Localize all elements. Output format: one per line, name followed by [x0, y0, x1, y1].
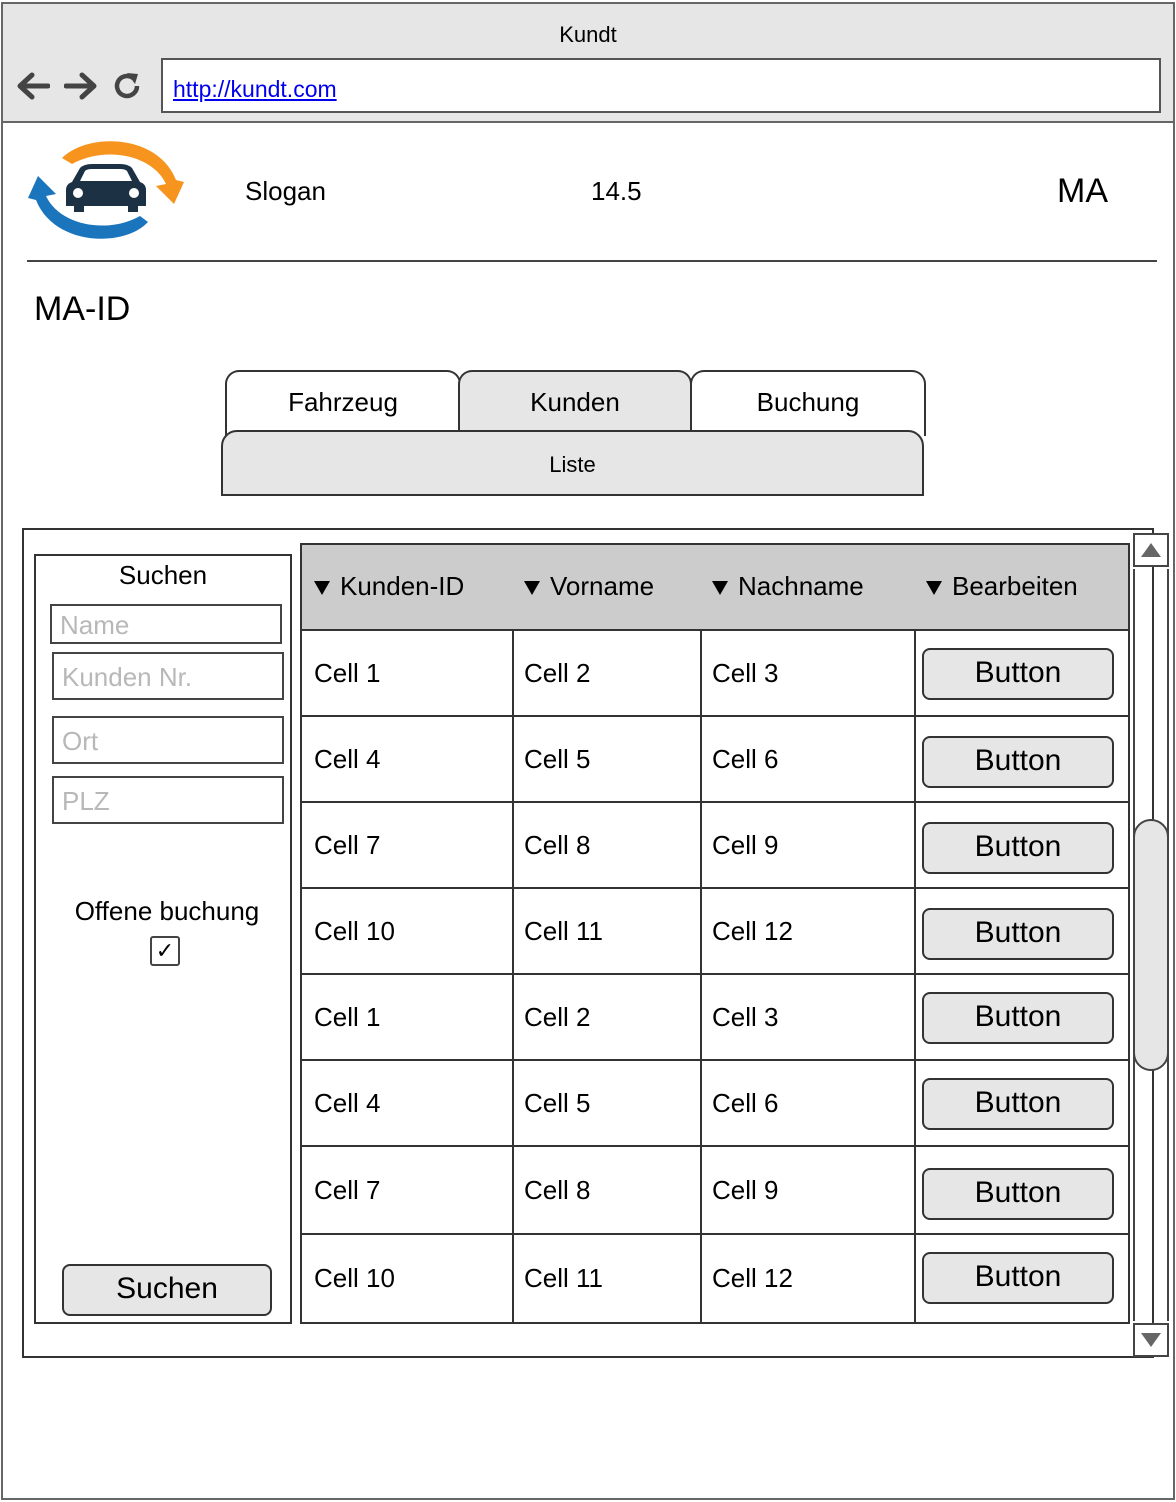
table-cell: Cell 3	[700, 975, 916, 1059]
table-cell: Cell 2	[512, 631, 702, 715]
back-button[interactable]	[13, 64, 53, 108]
edit-button[interactable]: Button	[922, 1078, 1114, 1130]
column-header-label: Nachname	[738, 571, 864, 601]
search-sidebar: Suchen Offene buchung ✓ Suchen	[34, 554, 292, 1324]
triangle-up-icon	[1141, 543, 1161, 557]
table-cell: Cell 8	[512, 803, 702, 887]
column-header-vorname[interactable]: Vorname	[512, 545, 702, 631]
column-header-bearbeiten[interactable]: Bearbeiten	[914, 545, 1128, 631]
edit-button[interactable]: Button	[922, 648, 1114, 700]
column-header-nachname[interactable]: Nachname	[700, 545, 916, 631]
table-cell: Cell 1	[302, 631, 514, 715]
city-input[interactable]	[52, 716, 284, 764]
window-title: Kundt	[559, 22, 617, 47]
table-cell: Button	[914, 975, 1128, 1059]
car-logo-icon	[28, 141, 184, 239]
user-label: MA	[1057, 172, 1108, 210]
table-row: Cell 1 Cell 2 Cell 3 Button	[302, 975, 1128, 1061]
vertical-scrollbar[interactable]	[1133, 531, 1170, 1357]
header-divider	[27, 260, 1157, 262]
search-title: Suchen	[118, 560, 208, 590]
company-logo	[28, 136, 184, 244]
search-button[interactable]: Suchen	[62, 1264, 272, 1316]
reload-button[interactable]	[107, 64, 147, 108]
version-text: 14.5	[591, 176, 642, 206]
table-cell: Button	[914, 889, 1128, 973]
table-cell: Cell 4	[302, 1061, 514, 1145]
table-cell: Cell 4	[302, 717, 514, 801]
table-cell: Cell 1	[302, 975, 514, 1059]
table-cell: Button	[914, 717, 1128, 801]
name-input[interactable]	[50, 604, 282, 644]
table-cell: Button	[914, 803, 1128, 887]
edit-button[interactable]: Button	[922, 1252, 1114, 1304]
sort-down-icon	[926, 581, 942, 596]
table-cell: Cell 10	[302, 889, 514, 973]
table-cell: Cell 6	[700, 717, 916, 801]
arrow-right-icon	[64, 72, 97, 100]
table-cell: Cell 5	[512, 717, 702, 801]
edit-button[interactable]: Button	[922, 908, 1114, 960]
slogan-text: Slogan	[245, 176, 326, 206]
table-row: Cell 7 Cell 8 Cell 9 Button	[302, 1147, 1128, 1235]
table-cell: Cell 9	[700, 803, 916, 887]
customer-number-input[interactable]	[52, 652, 284, 700]
subtab-liste[interactable]: Liste	[221, 430, 924, 496]
triangle-down-icon	[1141, 1333, 1161, 1347]
table-cell: Button	[914, 631, 1128, 715]
open-booking-label: Offene buchung	[74, 896, 260, 926]
table-cell: Cell 9	[700, 1147, 916, 1233]
edit-button[interactable]: Button	[922, 1168, 1114, 1220]
column-header-label: Vorname	[550, 571, 655, 601]
table-cell: Cell 7	[302, 1147, 514, 1233]
column-header-label: Kunden-ID	[340, 571, 465, 601]
customer-table: Kunden-ID Vorname Nachname Bearbeiten Ce…	[300, 543, 1130, 1324]
open-booking-checkbox[interactable]: ✓	[150, 936, 180, 966]
scroll-thumb[interactable]	[1133, 819, 1169, 1071]
forward-button[interactable]	[61, 64, 101, 108]
zip-input[interactable]	[52, 776, 284, 824]
table-cell: Cell 5	[512, 1061, 702, 1145]
check-icon: ✓	[155, 938, 175, 963]
scroll-down-button[interactable]	[1133, 1323, 1169, 1357]
scroll-up-button[interactable]	[1133, 533, 1169, 567]
reload-icon	[114, 73, 140, 99]
table-cell: Button	[914, 1147, 1128, 1233]
browser-chrome: Kundt http://kundt.com	[3, 4, 1173, 123]
table-cell: Button	[914, 1061, 1128, 1145]
url-link[interactable]: http://kundt.com	[173, 76, 337, 103]
address-bar[interactable]: http://kundt.com	[161, 58, 1161, 113]
table-cell: Cell 11	[512, 1235, 702, 1322]
table-row: Cell 10 Cell 11 Cell 12 Button	[302, 889, 1128, 975]
sort-down-icon	[314, 581, 330, 596]
edit-button[interactable]: Button	[922, 822, 1114, 874]
tab-fahrzeug[interactable]: Fahrzeug	[225, 370, 461, 436]
table-cell: Cell 11	[512, 889, 702, 973]
employee-id-label: MA-ID	[34, 290, 131, 328]
edit-button[interactable]: Button	[922, 992, 1114, 1044]
column-header-kunden-id[interactable]: Kunden-ID	[302, 545, 514, 631]
table-cell: Cell 2	[512, 975, 702, 1059]
sort-down-icon	[712, 581, 728, 596]
tab-kunden[interactable]: Kunden	[458, 370, 692, 436]
table-row: Cell 4 Cell 5 Cell 6 Button	[302, 1061, 1128, 1147]
tab-buchung[interactable]: Buchung	[690, 370, 926, 436]
table-row: Cell 10 Cell 11 Cell 12 Button	[302, 1235, 1128, 1322]
table-row: Cell 4 Cell 5 Cell 6 Button	[302, 717, 1128, 803]
table-cell: Cell 3	[700, 631, 916, 715]
edit-button[interactable]: Button	[922, 736, 1114, 788]
table-cell: Cell 6	[700, 1061, 916, 1145]
table-row: Cell 1 Cell 2 Cell 3 Button	[302, 631, 1128, 717]
table-cell: Cell 8	[512, 1147, 702, 1233]
table-cell: Cell 10	[302, 1235, 514, 1322]
arrow-left-icon	[17, 72, 50, 100]
column-header-label: Bearbeiten	[952, 571, 1078, 601]
table-row: Cell 7 Cell 8 Cell 9 Button	[302, 803, 1128, 889]
table-cell: Button	[914, 1235, 1128, 1322]
table-cell: Cell 12	[700, 1235, 916, 1322]
sort-down-icon	[524, 581, 540, 596]
table-cell: Cell 7	[302, 803, 514, 887]
table-cell: Cell 12	[700, 889, 916, 973]
